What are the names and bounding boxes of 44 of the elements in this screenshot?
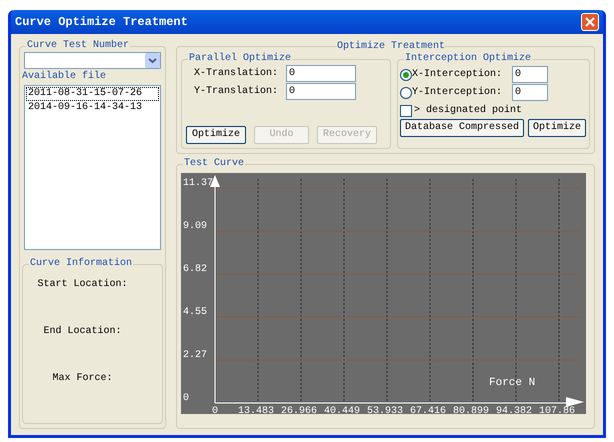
- group-label: Available file: [22, 71, 108, 83]
- input-field[interactable]: 0: [286, 83, 356, 100]
- group-label: Optimize Treatment: [337, 41, 446, 53]
- y-tick-label: 2.27: [183, 350, 208, 362]
- radio-label: Y-Interception:: [412, 86, 504, 100]
- info-label: Max Force:: [52, 372, 112, 386]
- x-tick-label: 53.933: [367, 406, 404, 414]
- x-axis-label: Force N: [489, 377, 536, 389]
- group-label: Interception Optimize: [404, 53, 532, 65]
- input-field[interactable]: 0: [286, 65, 356, 82]
- checkbox-label: > designated point: [414, 104, 522, 118]
- list-item[interactable]: 2011-08-31-15-07-26: [26, 87, 159, 101]
- x-tick-label: 13.483: [238, 406, 274, 414]
- x-tick-label: 94.382: [496, 406, 532, 414]
- info-label: End Location:: [43, 324, 122, 339]
- y-tick-label: 4.55: [183, 306, 208, 318]
- window-title: Curve Optimize Treatment: [15, 14, 188, 31]
- input-field[interactable]: 0: [512, 66, 548, 83]
- group-label: Parallel Optimize: [188, 53, 292, 65]
- x-tick-label: 80.899: [453, 406, 490, 414]
- field-label: Y-Translation:: [194, 84, 280, 99]
- y-tick-label: 6.82: [183, 264, 208, 276]
- radio-button[interactable]: [400, 68, 412, 80]
- button[interactable]: Database Compressed: [400, 119, 524, 137]
- x-tick-label: 67.416: [410, 406, 446, 414]
- radio-button[interactable]: [400, 86, 412, 98]
- chevron-down-icon: [145, 53, 160, 68]
- x-tick-label: 107.86: [539, 406, 576, 414]
- checkbox[interactable]: [400, 104, 412, 116]
- button[interactable]: Optimize: [528, 119, 586, 137]
- input-field[interactable]: 0: [512, 84, 548, 101]
- radio-label: X-Interception:: [412, 68, 504, 82]
- field-label: X-Translation:: [194, 66, 280, 81]
- y-tick-label: 0: [183, 393, 190, 404]
- close-icon: [585, 17, 595, 27]
- dropdown[interactable]: [24, 52, 161, 69]
- x-tick-label: 0: [212, 406, 218, 414]
- close-button[interactable]: [581, 13, 599, 31]
- info-label: Start Location:: [37, 278, 128, 292]
- x-tick-label: 40.449: [324, 406, 360, 414]
- list-item[interactable]: 2014-09-16-14-34-13: [26, 101, 159, 115]
- y-tick-label: 9.09: [183, 221, 208, 232]
- x-tick-label: 26.966: [281, 406, 318, 414]
- button[interactable]: Optimize: [186, 126, 246, 144]
